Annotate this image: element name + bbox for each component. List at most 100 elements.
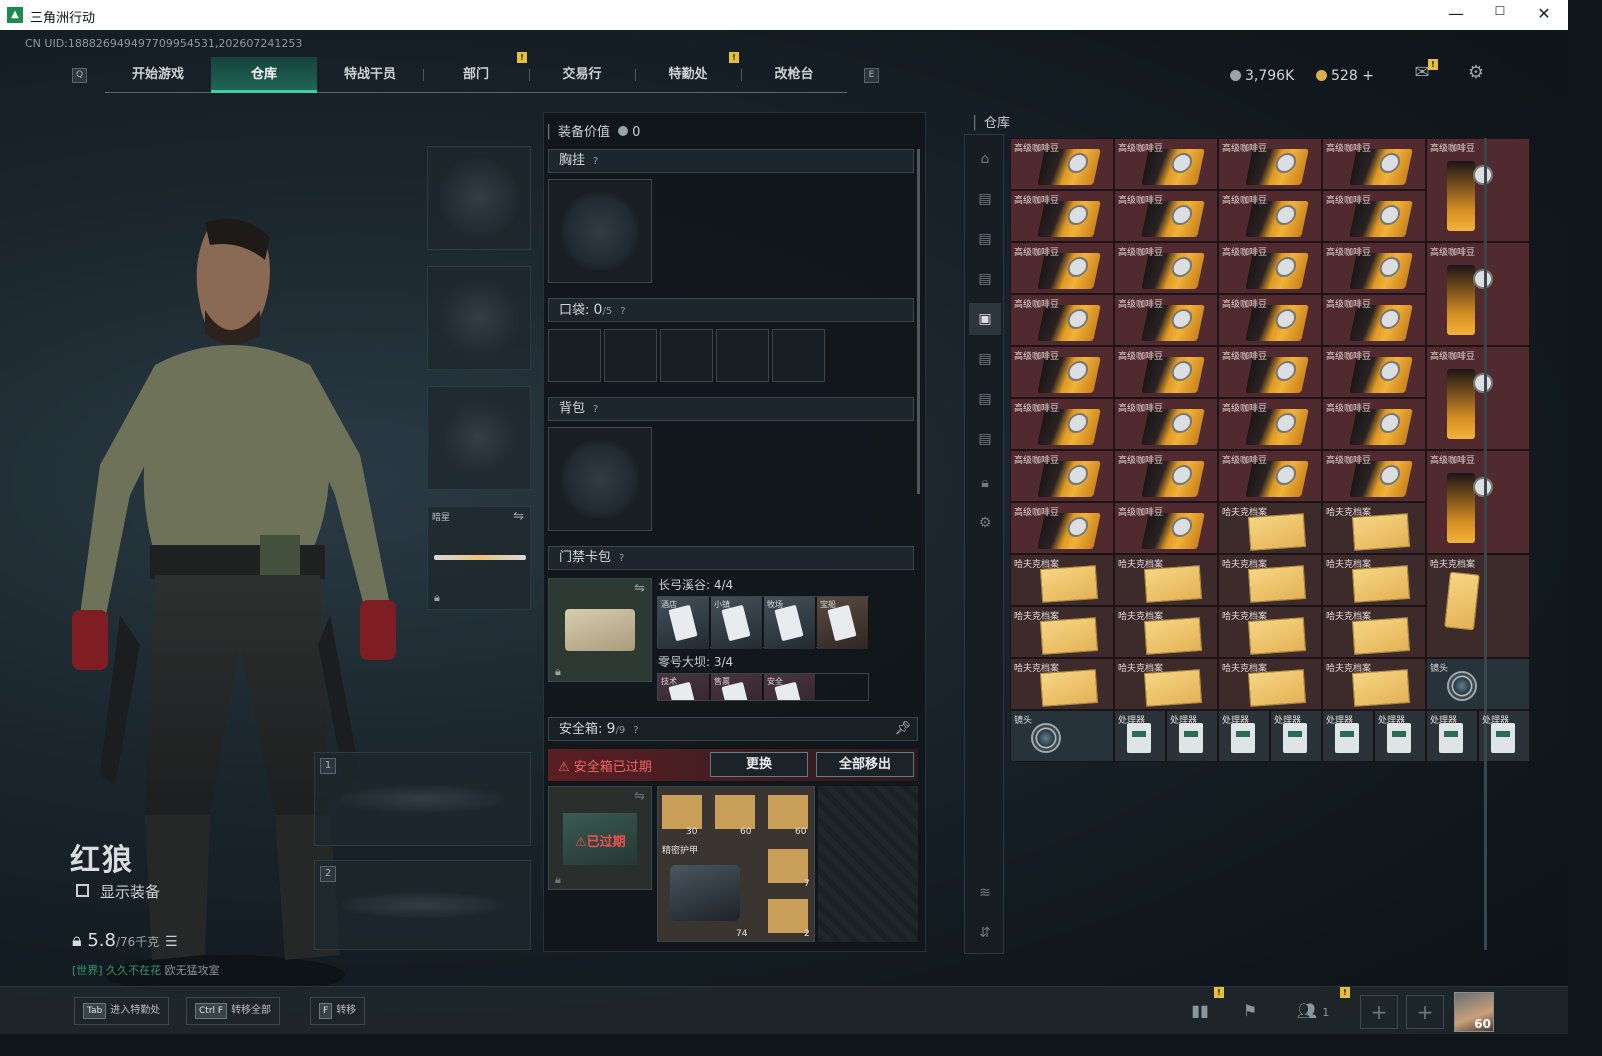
coffee-beans-item[interactable]: 高级咖啡豆: [1010, 294, 1114, 346]
pocket-slot[interactable]: [716, 329, 769, 382]
nav-prev-key[interactable]: Q: [72, 68, 87, 83]
pocket-slot[interactable]: [604, 329, 657, 382]
keycard-case-slot[interactable]: ⇋ 🔒︎: [548, 578, 652, 682]
pistol-slot[interactable]: [427, 386, 531, 490]
coffee-beans-item[interactable]: 高级咖啡豆: [1010, 398, 1114, 450]
hint-enter-special-ops[interactable]: Tab 进入特勤处: [74, 997, 170, 1025]
havk-file-item[interactable]: 哈夫克档案: [1322, 606, 1426, 658]
ammo-box[interactable]: [715, 795, 755, 829]
hint-transfer-all[interactable]: Ctrl F 转移全部: [186, 997, 281, 1025]
show-equipment-checkbox[interactable]: [76, 884, 89, 897]
lens-item[interactable]: 镜头: [1010, 710, 1114, 762]
pocket-slot[interactable]: [772, 329, 825, 382]
keycard-item[interactable]: 技术: [658, 674, 710, 700]
coffee-beans-item[interactable]: 高级咖啡豆: [1218, 450, 1322, 502]
minimize-button[interactable]: —: [1436, 4, 1476, 26]
tab-trading[interactable]: 交易行: [529, 57, 635, 93]
keycard-item[interactable]: 安全: [764, 674, 816, 700]
backpack-slot[interactable]: [548, 427, 652, 531]
coffee-beans-item[interactable]: 高级咖啡豆: [1218, 294, 1322, 346]
chat-line[interactable]: [世界] 久久不在花 欧无猛攻室: [72, 962, 220, 978]
processor-item[interactable]: 处理器: [1166, 710, 1218, 762]
chest-rig-slot[interactable]: [548, 179, 652, 283]
coffee-beans-item[interactable]: 高级咖啡豆: [1114, 346, 1218, 398]
melee-slot[interactable]: 暗星 ⇋ 🔒︎: [427, 506, 531, 610]
keycard-item[interactable]: 牧场: [764, 597, 816, 649]
coffee-beans-item[interactable]: 高级咖啡豆: [1218, 346, 1322, 398]
coffee-beans-item[interactable]: 高级咖啡豆: [1010, 190, 1114, 242]
stats-icon[interactable]: ▮▮: [1184, 997, 1216, 1025]
coffee-beans-item[interactable]: 高级咖啡豆: [1010, 346, 1114, 398]
havk-file-item[interactable]: 哈夫克档案: [1114, 658, 1218, 710]
lens-item[interactable]: 镜头: [1426, 658, 1530, 710]
storage-tab-1-icon[interactable]: ▤: [969, 183, 1001, 215]
coffee-beans-item[interactable]: 高级咖啡豆: [1426, 450, 1530, 554]
avatar[interactable]: 60: [1454, 992, 1494, 1032]
processor-item[interactable]: 处理器: [1270, 710, 1322, 762]
havk-file-item[interactable]: 哈夫克档案: [1010, 658, 1114, 710]
close-button[interactable]: ✕: [1524, 4, 1564, 26]
ammo-box[interactable]: [662, 795, 702, 829]
armor-kit-icon[interactable]: [670, 865, 740, 921]
coffee-beans-item[interactable]: 高级咖啡豆: [1426, 138, 1530, 242]
safebox-slot[interactable]: ⚠已过期 ⇋ 🔒︎: [548, 786, 652, 890]
havk-file-item[interactable]: 哈夫克档案: [1322, 658, 1426, 710]
tab-start-game[interactable]: 开始游戏: [105, 57, 211, 93]
coffee-beans-item[interactable]: 高级咖啡豆: [1114, 294, 1218, 346]
swap-icon[interactable]: ⇋: [513, 509, 524, 524]
primary-weapon-slot-2[interactable]: 2: [314, 860, 531, 950]
coffee-beans-item[interactable]: 高级咖啡豆: [1010, 138, 1114, 190]
havk-file-item[interactable]: 哈夫克档案: [1218, 554, 1322, 606]
havk-file-item[interactable]: 哈夫克档案: [1114, 606, 1218, 658]
coffee-beans-item[interactable]: 高级咖啡豆: [1114, 242, 1218, 294]
ammo-box[interactable]: [768, 849, 808, 883]
nav-next-key[interactable]: E: [864, 68, 879, 83]
processor-item[interactable]: 处理器: [1114, 710, 1166, 762]
havk-file-item[interactable]: 哈夫克档案: [1426, 554, 1530, 658]
hint-transfer[interactable]: F 转移: [310, 997, 366, 1025]
friends-button[interactable]: 👥︎ 1: [1290, 997, 1336, 1025]
havk-file-item[interactable]: 哈夫克档案: [1218, 502, 1322, 554]
havk-file-item[interactable]: 哈夫克档案: [1218, 606, 1322, 658]
add-squad-slot-button[interactable]: +: [1406, 995, 1444, 1029]
add-currency-button[interactable]: +: [1362, 68, 1374, 84]
coffee-beans-item[interactable]: 高级咖啡豆: [1218, 398, 1322, 450]
coffee-beans-item[interactable]: 高级咖啡豆: [1010, 450, 1114, 502]
gear-icon[interactable]: ⚙: [969, 507, 1001, 539]
processor-item[interactable]: 处理器: [1218, 710, 1270, 762]
loadout-scrollbar[interactable]: [917, 149, 920, 494]
lock-icon[interactable]: 🔒︎: [969, 467, 1001, 499]
storage-tab-5-icon[interactable]: ▤: [969, 343, 1001, 375]
coffee-beans-item[interactable]: 高级咖啡豆: [1010, 242, 1114, 294]
coffee-beans-item[interactable]: 高级咖啡豆: [1322, 242, 1426, 294]
coffee-beans-item[interactable]: 高级咖啡豆: [1114, 502, 1218, 554]
coffee-beans-item[interactable]: 高级咖啡豆: [1322, 398, 1426, 450]
coffee-beans-item[interactable]: 高级咖啡豆: [1322, 450, 1426, 502]
tab-gunsmith[interactable]: 改枪台: [741, 57, 847, 93]
keycard-item[interactable]: 宝船: [817, 597, 869, 649]
list-icon[interactable]: ☰: [165, 934, 178, 950]
storage-tab-2-icon[interactable]: ▤: [969, 223, 1001, 255]
storage-tab-7-icon[interactable]: ▤: [969, 423, 1001, 455]
havk-file-item[interactable]: 哈夫克档案: [1322, 502, 1426, 554]
warehouse-scrollbar[interactable]: [1484, 138, 1487, 950]
primary-weapon-slot-1[interactable]: 1: [314, 752, 531, 846]
havk-file-item[interactable]: 哈夫克档案: [1010, 606, 1114, 658]
move-all-button[interactable]: 全部移出: [816, 752, 914, 777]
ammo-box[interactable]: [768, 899, 808, 933]
keycard-item[interactable]: 售票: [711, 674, 763, 700]
coffee-beans-item[interactable]: 高级咖啡豆: [1322, 294, 1426, 346]
coffee-beans-item[interactable]: 高级咖啡豆: [1114, 398, 1218, 450]
swap-icon[interactable]: ⇋: [634, 789, 645, 804]
pin-icon[interactable]: 📌︎: [894, 718, 911, 740]
tab-department[interactable]: 部门: [423, 57, 529, 93]
coffee-beans-item[interactable]: 高级咖啡豆: [1426, 242, 1530, 346]
sort-icon[interactable]: ⇵: [969, 917, 1001, 949]
coffee-beans-item[interactable]: 高级咖啡豆: [1322, 190, 1426, 242]
processor-item[interactable]: 处理器: [1426, 710, 1478, 762]
tab-warehouse[interactable]: 仓库: [211, 57, 317, 93]
keycard-item[interactable]: 酒店: [658, 597, 710, 649]
storage-tab-6-icon[interactable]: ▤: [969, 383, 1001, 415]
processor-item[interactable]: 处理器: [1322, 710, 1374, 762]
all-items-icon[interactable]: ⌂: [969, 143, 1001, 175]
